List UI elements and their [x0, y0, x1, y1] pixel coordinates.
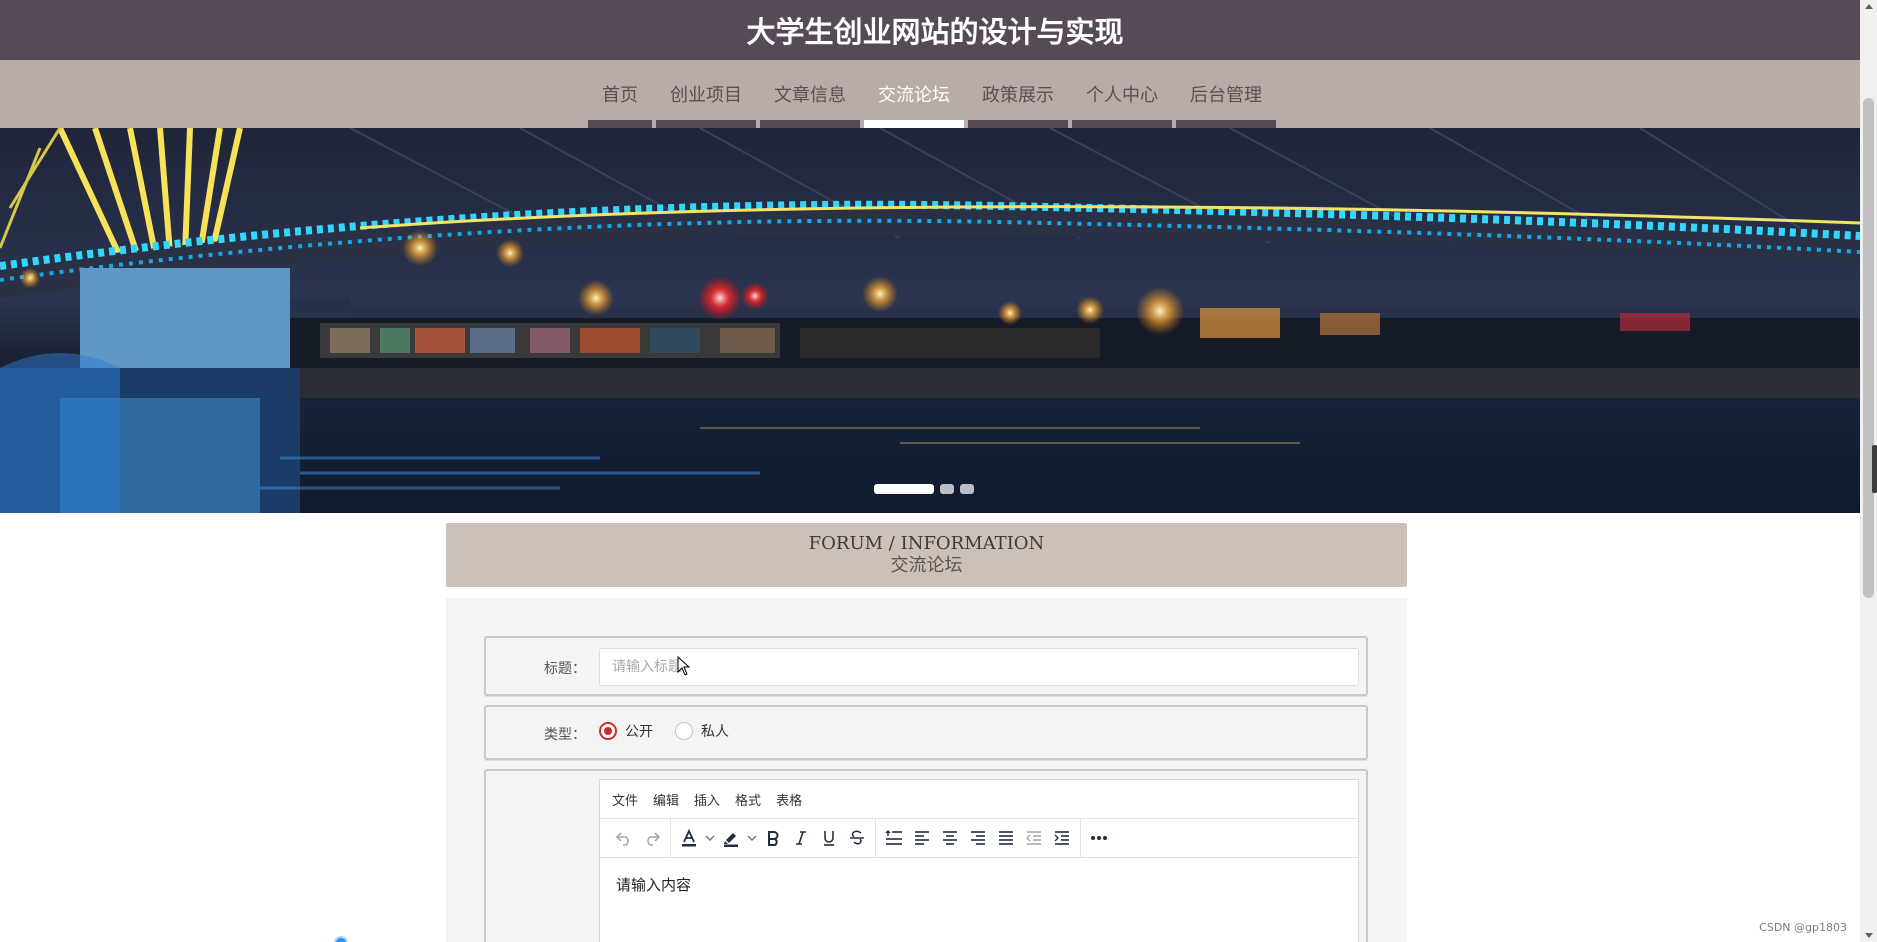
nav-item-home[interactable]: 首页 — [588, 60, 652, 128]
site-title: 大学生创业网站的设计与实现 — [746, 15, 1124, 49]
align-center-icon[interactable] — [936, 824, 964, 852]
chevron-down-icon[interactable] — [745, 824, 759, 852]
scroll-up-icon[interactable] — [1865, 4, 1873, 9]
type-label: 类型： — [544, 727, 586, 743]
toolbar-group-color — [671, 819, 876, 857]
radio-public-label: 公开 — [625, 724, 653, 740]
redo-icon[interactable] — [638, 824, 666, 852]
carousel-indicators — [874, 484, 974, 494]
nav-item-label: 政策展示 — [982, 85, 1054, 106]
radio-private-label: 私人 — [701, 724, 729, 740]
editor-menubar: 文件 编辑 插入 格式 表格 — [600, 780, 1358, 819]
menu-edit[interactable]: 编辑 — [653, 790, 679, 809]
menu-table[interactable]: 表格 — [776, 790, 802, 809]
watermark: CSDN @gp1803 — [1759, 921, 1847, 934]
scroll-thumb[interactable] — [1863, 98, 1874, 598]
title-input[interactable] — [599, 648, 1359, 686]
section-title-cn: 交流论坛 — [890, 555, 963, 576]
nav-item-label: 创业项目 — [670, 85, 742, 106]
nav-item-label: 交流论坛 — [878, 85, 950, 106]
toolbar-group-more — [1081, 819, 1117, 857]
banner-carousel[interactable] — [0, 128, 1860, 513]
nav-list: 首页 创业项目 文章信息 交流论坛 政策展示 个人中心 后台管理 — [588, 60, 1280, 128]
side-handle[interactable] — [1872, 445, 1877, 493]
radio-public[interactable]: 公开 — [599, 721, 653, 741]
editor-content[interactable]: 请输入内容 — [600, 858, 1358, 911]
nav-item-label: 后台管理 — [1190, 85, 1262, 106]
bold-icon[interactable] — [759, 824, 787, 852]
nav-item-articles[interactable]: 文章信息 — [760, 60, 860, 128]
italic-icon[interactable] — [787, 824, 815, 852]
nav-item-forum[interactable]: 交流论坛 — [864, 60, 964, 128]
menu-insert[interactable]: 插入 — [694, 790, 720, 809]
main-nav: 首页 创业项目 文章信息 交流论坛 政策展示 个人中心 后台管理 — [0, 60, 1860, 128]
editor-toolbar — [600, 819, 1358, 858]
text-color-icon[interactable] — [675, 824, 703, 852]
align-right-icon[interactable] — [964, 824, 992, 852]
page: 大学生创业网站的设计与实现 首页 创业项目 文章信息 交流论坛 政策展示 个人中… — [0, 0, 1877, 942]
radio-public-indicator[interactable] — [599, 722, 617, 740]
mouse-cursor-icon — [677, 655, 691, 680]
nav-item-label: 首页 — [602, 85, 638, 106]
strikethrough-icon[interactable] — [843, 824, 871, 852]
nav-item-projects[interactable]: 创业项目 — [656, 60, 756, 128]
type-radio-group: 公开 私人 — [599, 721, 751, 741]
section-header: FORUM / INFORMATION 交流论坛 — [446, 523, 1407, 587]
indent-icon[interactable] — [1048, 824, 1076, 852]
radio-private-indicator[interactable] — [675, 722, 693, 740]
line-height-icon[interactable] — [880, 824, 908, 852]
menu-format[interactable]: 格式 — [735, 790, 761, 809]
more-icon[interactable] — [1085, 824, 1113, 852]
content-row: 文件 编辑 插入 格式 表格 请输入内容 — [484, 769, 1368, 942]
underline-icon[interactable] — [815, 824, 843, 852]
scroll-down-icon[interactable] — [1865, 933, 1873, 938]
forum-post-form: 标题： 类型： 公开 私人 文件 编辑 插入 — [446, 598, 1407, 942]
nav-item-admin[interactable]: 后台管理 — [1176, 60, 1276, 128]
undo-icon[interactable] — [610, 824, 638, 852]
toolbar-group-history — [606, 819, 671, 857]
chevron-down-icon[interactable] — [703, 824, 717, 852]
title-row: 标题： — [484, 636, 1368, 696]
carousel-dot-3[interactable] — [960, 484, 974, 494]
type-row: 类型： 公开 私人 — [484, 705, 1368, 760]
title-label: 标题： — [544, 661, 586, 677]
banner-image — [0, 128, 1860, 513]
highlight-icon[interactable] — [717, 824, 745, 852]
nav-item-label: 文章信息 — [774, 85, 846, 106]
radio-private[interactable]: 私人 — [675, 721, 729, 741]
carousel-dot-1[interactable] — [874, 484, 934, 494]
carousel-dot-2[interactable] — [940, 484, 954, 494]
rich-text-editor: 文件 编辑 插入 格式 表格 请输入内容 — [599, 779, 1359, 942]
site-header: 大学生创业网站的设计与实现 — [0, 0, 1860, 60]
align-justify-icon[interactable] — [992, 824, 1020, 852]
menu-file[interactable]: 文件 — [612, 790, 638, 809]
toolbar-group-align — [876, 819, 1081, 857]
nav-item-label: 个人中心 — [1086, 85, 1158, 106]
outdent-icon[interactable] — [1020, 824, 1048, 852]
section-title-en: FORUM / INFORMATION — [808, 533, 1045, 554]
align-left-icon[interactable] — [908, 824, 936, 852]
floating-dot-icon[interactable] — [334, 936, 348, 942]
nav-item-policy[interactable]: 政策展示 — [968, 60, 1068, 128]
nav-item-profile[interactable]: 个人中心 — [1072, 60, 1172, 128]
